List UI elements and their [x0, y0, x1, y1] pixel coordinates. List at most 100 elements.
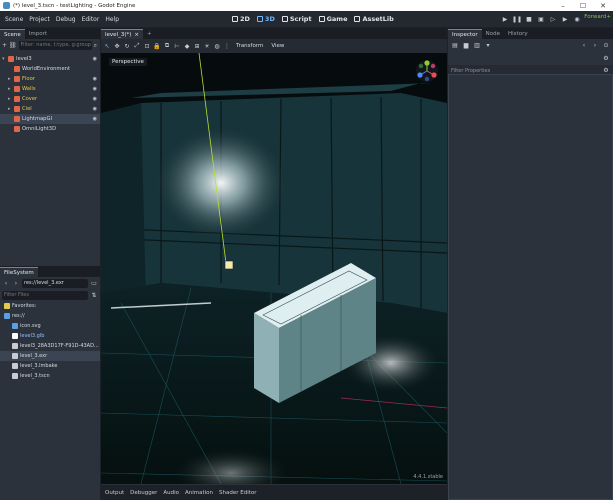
more-options-icon[interactable]: ⋮ — [223, 42, 231, 50]
stop-icon[interactable]: ■ — [525, 15, 533, 23]
pause-icon[interactable]: ❚❚ — [512, 15, 522, 23]
add-node-icon[interactable]: + — [2, 42, 7, 50]
tab-history[interactable]: History — [504, 29, 532, 39]
close-tab-icon[interactable]: × — [134, 30, 139, 39]
group-icon[interactable]: ⧉ — [163, 42, 171, 50]
scene-node-row[interactable]: LightmapGI ◉ — [0, 114, 100, 124]
lock-icon[interactable]: 🔒 — [153, 42, 161, 50]
scene-node-row[interactable]: ▸ Ciel ◉ — [0, 104, 100, 114]
tab-scene[interactable]: Scene — [0, 29, 25, 39]
view-menu[interactable]: View — [268, 43, 287, 49]
file-row[interactable]: icon.svg — [0, 321, 100, 331]
inspector-filter-input[interactable]: Filter Properties — [451, 68, 602, 74]
file-row[interactable]: level_3.exr — [0, 351, 100, 361]
select-tool-icon[interactable]: ↖ — [103, 42, 111, 50]
perspective-menu[interactable]: Perspective — [109, 58, 147, 66]
extra-options-icon[interactable]: ▾ — [484, 42, 492, 50]
file-row[interactable]: level3.glb — [0, 331, 100, 341]
sort-icon[interactable]: ⇅ — [90, 291, 98, 299]
history-back-icon[interactable]: ‹ — [580, 42, 588, 50]
scene-tab-level3[interactable]: level_3(*) × — [101, 29, 143, 39]
file-row[interactable]: level_3.tscn — [0, 371, 100, 381]
workspace-script-button[interactable]: Script — [281, 15, 312, 23]
selectable-nodes-icon[interactable]: ⊡ — [143, 42, 151, 50]
new-resource-icon[interactable]: ▤ — [451, 42, 459, 50]
rotate-tool-icon[interactable]: ↻ — [123, 42, 131, 50]
instance-scene-icon[interactable]: ⛓ — [9, 42, 17, 50]
tab-audio[interactable]: Audio — [163, 490, 179, 496]
3d-icon — [256, 16, 263, 22]
tab-output[interactable]: Output — [105, 490, 124, 496]
workspace-3d-button[interactable]: 3D — [256, 15, 275, 23]
tab-debugger[interactable]: Debugger — [130, 490, 157, 496]
tab-shader-editor[interactable]: Shader Editor — [219, 490, 257, 496]
tab-node[interactable]: Node — [482, 29, 504, 39]
save-icon[interactable]: ▥ — [473, 42, 481, 50]
maximize-button[interactable]: ☐ — [573, 2, 593, 10]
environment-preview-icon[interactable]: ◍ — [213, 42, 221, 50]
tab-filesystem[interactable]: FileSystem — [0, 267, 38, 277]
visibility-icon[interactable]: ◉ — [93, 116, 97, 122]
file-row[interactable]: level_3.lmbake — [0, 361, 100, 371]
scene-node-row[interactable]: ▸ Walls ◉ — [0, 84, 100, 94]
scene-node-row[interactable]: ▾ level3 ◉ — [0, 54, 100, 64]
filesystem-dock: FileSystem ‹ › res://level_3.exr ▭ ⇅ Fav… — [0, 266, 100, 500]
scene-node-row[interactable]: ▸ Floor ◉ — [0, 74, 100, 84]
workspace-2d-button[interactable]: 2D — [232, 15, 250, 23]
scale-tool-icon[interactable]: ⤢ — [133, 42, 141, 50]
play-custom-scene-icon[interactable]: ▶ — [561, 15, 569, 23]
object-menu-icon[interactable]: ⚙ — [602, 55, 610, 63]
visibility-icon[interactable]: ◉ — [93, 106, 97, 112]
tab-import[interactable]: Import — [25, 29, 51, 39]
tab-inspector[interactable]: Inspector — [448, 29, 482, 39]
visibility-icon[interactable]: ◉ — [93, 96, 97, 102]
scene-node-row[interactable]: ▸ Cover ◉ — [0, 94, 100, 104]
forward-icon[interactable]: › — [12, 279, 20, 287]
remote-debug-icon[interactable]: ▣ — [537, 15, 545, 23]
close-window-button[interactable]: ✕ — [593, 2, 613, 10]
file-label: level_3.lmbake — [20, 363, 58, 369]
file-row[interactable]: res:// — [0, 311, 100, 321]
open-folder-icon[interactable]: ▆ — [462, 42, 470, 50]
local-space-icon[interactable]: ◆ — [183, 42, 191, 50]
add-scene-tab-icon[interactable]: + — [143, 29, 156, 39]
menu-debug[interactable]: Debug — [53, 16, 79, 23]
menu-scene[interactable]: Scene — [2, 16, 26, 23]
minimize-button[interactable]: – — [553, 2, 573, 10]
move-tool-icon[interactable]: ✥ — [113, 42, 121, 50]
sun-preview-icon[interactable]: ☀ — [203, 42, 211, 50]
search-icon[interactable]: ⌕ — [94, 42, 97, 50]
filesystem-filter-bar: ⇅ — [0, 289, 100, 301]
menu-project[interactable]: Project — [26, 16, 53, 23]
history-forward-icon[interactable]: › — [591, 42, 599, 50]
workspace-assetlib-button[interactable]: AssetLib — [354, 15, 394, 23]
filesystem-filter-input[interactable] — [2, 290, 88, 300]
inspector-dock: Inspector Node History ▤ ▆ ▥ ▾ ‹ › ⊙ ⚙ F… — [448, 28, 613, 500]
back-icon[interactable]: ‹ — [2, 279, 10, 287]
3d-viewport[interactable]: Perspective 4.4.1.stable — [101, 53, 447, 484]
play-project-icon[interactable]: ▶ — [501, 15, 509, 23]
snap-icon[interactable]: ⊞ — [193, 42, 201, 50]
renderer-select[interactable]: Forward+ — [584, 14, 611, 20]
visibility-icon[interactable]: ◉ — [93, 56, 97, 62]
history-list-icon[interactable]: ⊙ — [602, 42, 610, 50]
file-label: Favorites: — [12, 303, 37, 309]
visibility-icon[interactable]: ◉ — [93, 76, 97, 82]
viewport-toolbar: ↖ ✥ ↻ ⤢ ⊡ 🔒 ⧉ ⊢ ◆ ⊞ ☀ ◍ ⋮ Transform View — [101, 39, 447, 53]
scene-filter-input[interactable] — [18, 41, 92, 50]
file-row[interactable]: Favorites: — [0, 301, 100, 311]
play-scene-icon[interactable]: ▷ — [549, 15, 557, 23]
tab-animation[interactable]: Animation — [185, 490, 213, 496]
menu-help[interactable]: Help — [102, 16, 122, 23]
scene-node-row[interactable]: WorldEnvironment — [0, 64, 100, 74]
visibility-icon[interactable]: ◉ — [93, 86, 97, 92]
split-view-icon[interactable]: ▭ — [90, 279, 98, 287]
movie-maker-icon[interactable]: ◉ — [573, 15, 581, 23]
file-row[interactable]: level3_28A3D17F-F91D-43AD... — [0, 341, 100, 351]
menu-editor[interactable]: Editor — [79, 16, 103, 23]
ruler-icon[interactable]: ⊢ — [173, 42, 181, 50]
workspace-game-button[interactable]: Game — [318, 15, 347, 23]
transform-menu[interactable]: Transform — [233, 43, 266, 49]
scene-node-row[interactable]: OmniLight3D — [0, 124, 100, 134]
path-field[interactable]: res://level_3.exr — [22, 278, 88, 288]
